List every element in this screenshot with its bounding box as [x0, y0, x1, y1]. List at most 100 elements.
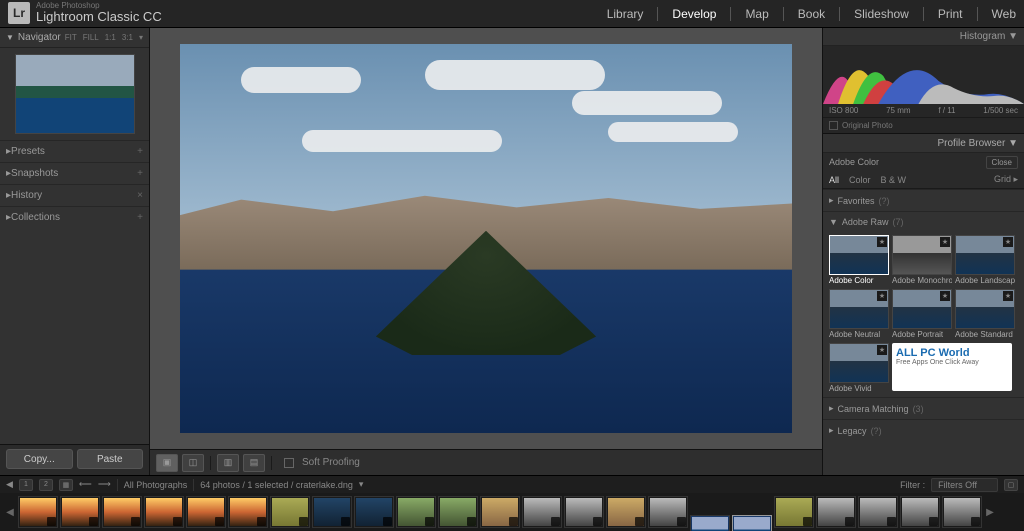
loupe-view-button[interactable]: ▣: [156, 454, 178, 472]
original-photo-row[interactable]: Original Photo: [823, 117, 1024, 133]
exif-shutter: 1/500 sec: [983, 106, 1018, 115]
filter-dropdown[interactable]: Filters Off: [931, 478, 998, 492]
info-bar: ◀ 1 2 ▦ ⟵ ⟶ All Photographs 64 photos / …: [0, 475, 1024, 493]
histogram-header[interactable]: Histogram ▼: [823, 28, 1024, 46]
favorites-section[interactable]: ▸ Favorites (?): [823, 189, 1024, 211]
module-map[interactable]: Map: [730, 7, 768, 21]
soft-proofing-label: Soft Proofing: [302, 457, 360, 468]
filmstrip-thumb[interactable]: [522, 496, 562, 528]
profile-adobe-color[interactable]: ★Adobe Color: [829, 235, 889, 286]
zoom-3-1[interactable]: 3:1: [122, 33, 133, 42]
filmstrip-thumb[interactable]: [606, 496, 646, 528]
close-button[interactable]: Close: [986, 156, 1018, 169]
module-library[interactable]: Library: [607, 7, 644, 21]
filmstrip-thumb[interactable]: [690, 515, 730, 531]
profile-adobe-landscape[interactable]: ★Adobe Landscape: [955, 235, 1015, 286]
exif-aperture: f / 11: [938, 106, 955, 115]
collections-section[interactable]: ▸Collections+: [0, 206, 149, 228]
filter-color[interactable]: Color: [849, 175, 871, 185]
filter-label: Filter :: [900, 480, 925, 490]
filmstrip-prev[interactable]: ◀: [4, 496, 16, 528]
filmstrip-thumb[interactable]: [354, 496, 394, 528]
main-window-button[interactable]: 1: [19, 479, 33, 491]
filmstrip-thumb[interactable]: [186, 496, 226, 528]
filmstrip-thumb[interactable]: [144, 496, 184, 528]
filmstrip-thumb[interactable]: [438, 496, 478, 528]
filmstrip-thumb[interactable]: [60, 496, 100, 528]
history-section[interactable]: ▸History×: [0, 184, 149, 206]
filmstrip-thumb[interactable]: [774, 496, 814, 528]
paste-button[interactable]: Paste: [77, 449, 144, 469]
back-icon[interactable]: ⟵: [79, 479, 92, 490]
main-area: ▼ Navigator FIT FILL 1:1 3:1 ▾ ▸Presets+…: [0, 28, 1024, 475]
module-web[interactable]: Web: [977, 7, 1016, 21]
zoom-dropdown-icon[interactable]: ▾: [139, 33, 143, 42]
module-book[interactable]: Book: [783, 7, 825, 21]
right-panel: Histogram ▼ ISO 800 75 mm f / 11 1/500 s…: [822, 28, 1024, 475]
profile-adobe-neutral[interactable]: ★Adobe Neutral: [829, 289, 889, 340]
filmstrip-thumb[interactable]: [648, 496, 688, 528]
grid-icon[interactable]: ▦: [59, 479, 73, 491]
compare-button-2[interactable]: ▤: [243, 454, 265, 472]
snapshots-section[interactable]: ▸Snapshots+: [0, 162, 149, 184]
soft-proofing-checkbox[interactable]: [284, 458, 294, 468]
breadcrumb[interactable]: All Photographs: [124, 480, 188, 490]
profile-adobe-vivid[interactable]: ★Adobe Vivid: [829, 343, 889, 394]
filmstrip-next[interactable]: ▶: [984, 496, 996, 528]
filmstrip-thumb[interactable]: [858, 496, 898, 528]
dropdown-icon[interactable]: ▾: [359, 479, 364, 490]
original-photo-checkbox[interactable]: [829, 121, 838, 130]
brand-main: Lightroom Classic CC: [36, 10, 162, 24]
filmstrip-thumb[interactable]: [396, 496, 436, 528]
module-slideshow[interactable]: Slideshow: [839, 7, 909, 21]
zoom-fit[interactable]: FIT: [65, 33, 77, 42]
zoom-fill[interactable]: FILL: [83, 33, 99, 42]
filter-all[interactable]: All: [829, 175, 839, 185]
navigator-header[interactable]: ▼ Navigator FIT FILL 1:1 3:1 ▾: [0, 28, 149, 48]
disclosure-icon: ▼: [6, 33, 14, 42]
legacy-section[interactable]: ▸ Legacy (?): [823, 419, 1024, 441]
filmstrip-thumb[interactable]: [942, 496, 982, 528]
main-image[interactable]: [180, 44, 792, 433]
copy-button[interactable]: Copy...: [6, 449, 73, 469]
module-print[interactable]: Print: [923, 7, 963, 21]
filmstrip-thumb[interactable]: [564, 496, 604, 528]
presets-section[interactable]: ▸Presets+: [0, 140, 149, 162]
exif-iso: ISO 800: [829, 106, 858, 115]
profile-adobe-portrait[interactable]: ★Adobe Portrait: [892, 289, 952, 340]
histogram[interactable]: [823, 46, 1024, 104]
filmstrip-thumb-selected[interactable]: [732, 515, 772, 531]
filter-lock-icon[interactable]: ▢: [1004, 479, 1018, 491]
zoom-1-1[interactable]: 1:1: [105, 33, 116, 42]
module-develop[interactable]: Develop: [657, 7, 716, 21]
top-bar: Lr Adobe Photoshop Lightroom Classic CC …: [0, 0, 1024, 28]
filmstrip-thumb[interactable]: [270, 496, 310, 528]
profile-browser-header[interactable]: Profile Browser ▼: [823, 133, 1024, 153]
watermark: ALL PC World Free Apps One Click Away: [892, 343, 1012, 391]
center-panel: ▣ ◫ ▥ ▤ Soft Proofing: [150, 28, 822, 475]
filmstrip-thumb[interactable]: [18, 496, 58, 528]
fwd-icon[interactable]: ⟶: [98, 479, 111, 490]
filmstrip-thumb[interactable]: [312, 496, 352, 528]
camera-matching-section[interactable]: ▸ Camera Matching (3): [823, 397, 1024, 419]
brand-block: Lr Adobe Photoshop Lightroom Classic CC: [8, 2, 162, 24]
before-after-button[interactable]: ◫: [182, 454, 204, 472]
grid-option[interactable]: Grid ▸: [994, 174, 1018, 185]
nav-prev-icon[interactable]: ◀: [6, 479, 13, 490]
filmstrip-thumb[interactable]: [228, 496, 268, 528]
profiles-grid: ★Adobe Color ★Adobe Monochrome ★Adobe La…: [823, 232, 1024, 397]
filmstrip-thumb[interactable]: [816, 496, 856, 528]
filmstrip-thumb[interactable]: [900, 496, 940, 528]
filter-bw[interactable]: B & W: [881, 175, 907, 185]
profile-adobe-monochrome[interactable]: ★Adobe Monochrome: [892, 235, 952, 286]
compare-button-1[interactable]: ▥: [217, 454, 239, 472]
adobe-raw-section[interactable]: ▼ Adobe Raw (7): [823, 211, 1024, 232]
profile-adobe-standard[interactable]: ★Adobe Standard: [955, 289, 1015, 340]
navigator-label: Navigator: [18, 32, 61, 43]
filmstrip-thumb[interactable]: [480, 496, 520, 528]
navigator-preview[interactable]: [15, 54, 135, 134]
photo-stats: 64 photos / 1 selected / craterlake.dng: [200, 480, 353, 490]
second-window-button[interactable]: 2: [39, 479, 53, 491]
filmstrip: ◀ ▶: [0, 493, 1024, 531]
filmstrip-thumb[interactable]: [102, 496, 142, 528]
